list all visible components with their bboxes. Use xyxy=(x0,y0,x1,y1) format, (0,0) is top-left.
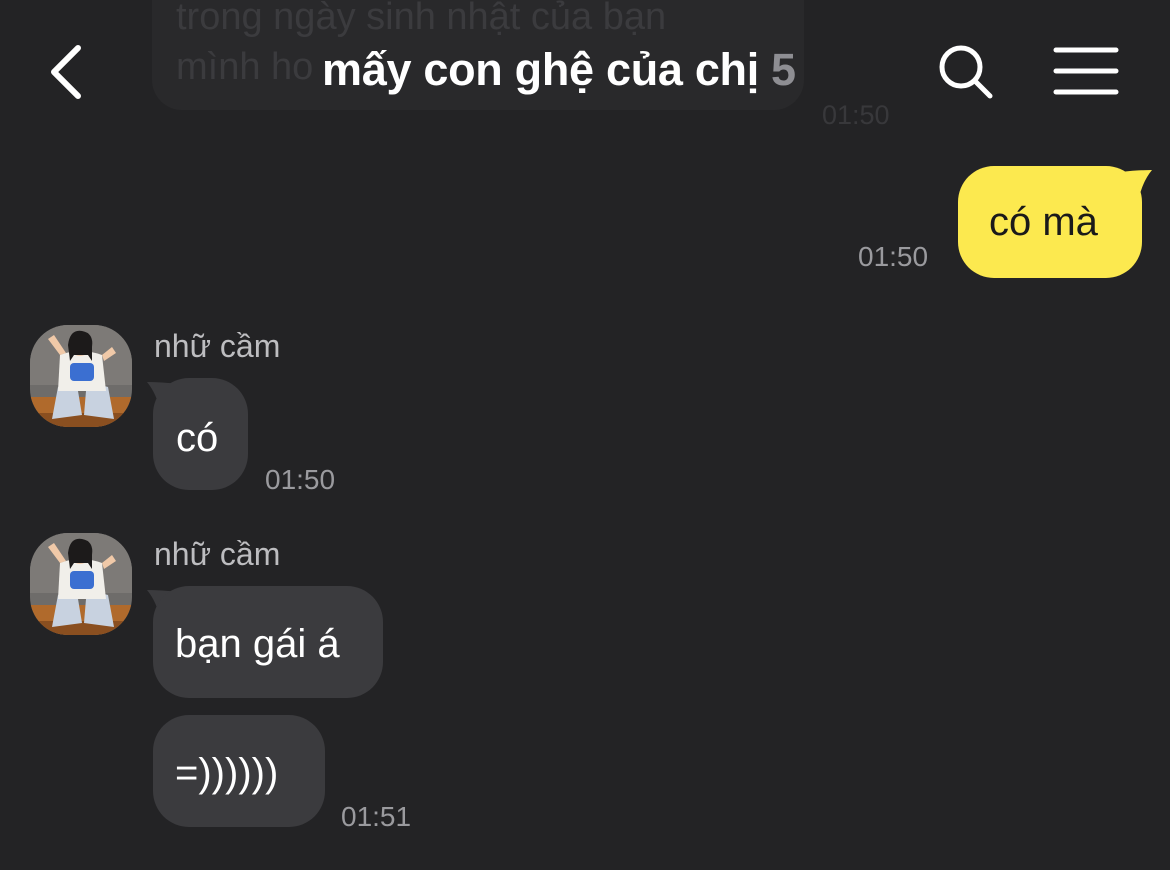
message-bubble-theirs[interactable]: =)))))) xyxy=(153,715,325,827)
message-text: bạn gái á xyxy=(175,622,340,666)
message-bubble-theirs[interactable]: có xyxy=(153,378,248,490)
avatar-photo xyxy=(30,325,132,427)
chat-screen: trong ngày sinh nhật của bạn mình ho 01:… xyxy=(0,0,1170,870)
hamburger-menu-icon xyxy=(1053,47,1119,95)
search-button[interactable] xyxy=(934,40,998,104)
avatar-photo xyxy=(30,533,132,635)
previous-message-time: 01:50 xyxy=(822,100,890,130)
message-time: 01:50 xyxy=(858,241,929,272)
avatar[interactable] xyxy=(30,325,132,427)
menu-button[interactable] xyxy=(1052,40,1120,104)
message-bubble-theirs[interactable]: bạn gái á xyxy=(153,586,383,698)
back-button[interactable] xyxy=(36,36,96,108)
sender-name: nhữ cầm xyxy=(154,328,281,364)
message-text: có xyxy=(176,416,219,460)
chat-title: mấy con ghệ của chị 5 xyxy=(322,44,796,96)
message-text: có mà xyxy=(989,200,1098,244)
chevron-left-icon xyxy=(51,45,81,99)
message-time: 01:50 xyxy=(265,464,336,495)
member-count: 5 xyxy=(770,44,796,95)
message-time: 01:51 xyxy=(341,801,412,832)
avatar[interactable] xyxy=(30,533,132,635)
chat-title-text: mấy con ghệ của chị xyxy=(322,44,759,95)
search-icon xyxy=(939,45,993,99)
message-bubble-mine[interactable]: có mà xyxy=(958,166,1142,278)
message-text: =)))))) xyxy=(175,751,279,795)
sender-name: nhữ cầm xyxy=(154,536,281,572)
